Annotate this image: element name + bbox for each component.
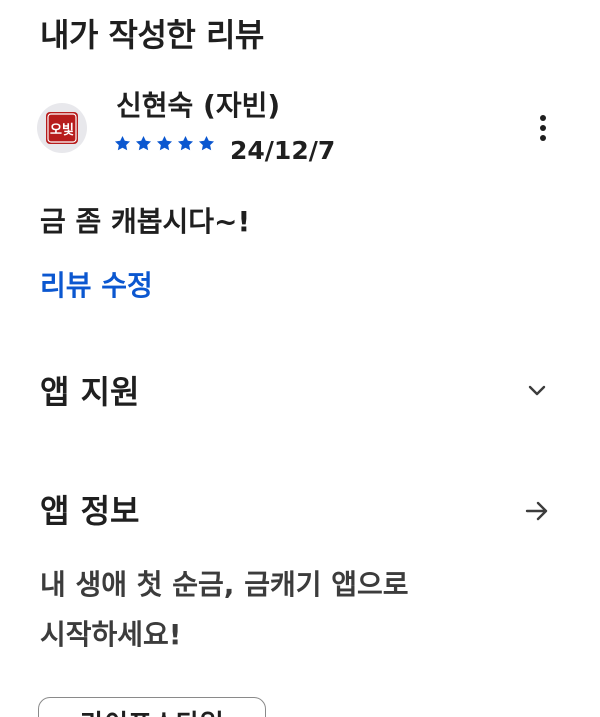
section-title: 내가 작성한 리뷰 xyxy=(40,16,264,54)
avatar-logo-icon: 오빛 xyxy=(46,112,78,144)
app-info-title[interactable]: 앱 정보 xyxy=(40,486,139,532)
star-icon xyxy=(198,135,215,151)
app-info-description-line: 내 생애 첫 순금, 금캐기 앱으로 xyxy=(40,568,409,601)
more-vert-icon xyxy=(540,115,546,141)
star-icon xyxy=(114,135,131,151)
app-info-description-line: 시작하세요! xyxy=(40,618,182,651)
star-icon xyxy=(156,135,173,151)
edit-review-link[interactable]: 리뷰 수정 xyxy=(40,264,153,304)
star-icon xyxy=(177,135,194,151)
chevron-down-icon xyxy=(528,385,546,396)
more-options-button[interactable] xyxy=(527,110,559,146)
arrow-right-icon xyxy=(525,501,548,521)
app-info-description: 내 생애 첫 순금, 금캐기 앱으로 시작하세요! xyxy=(40,560,409,660)
app-info-open[interactable] xyxy=(520,494,554,528)
reviewer-name: 신현숙 (자빈) xyxy=(116,89,281,122)
star-rating xyxy=(113,134,216,153)
app-support-toggle[interactable] xyxy=(520,373,554,407)
app-support-title[interactable]: 앱 지원 xyxy=(40,367,139,413)
reviewer-avatar: 오빛 xyxy=(37,103,87,153)
review-body: 금 좀 캐봅시다~! xyxy=(40,205,251,238)
star-icon xyxy=(135,135,152,151)
avatar-text: 오빛 xyxy=(50,123,74,138)
category-tag-chip[interactable]: 라이프스타일 xyxy=(38,697,266,717)
review-date: 24/12/7 xyxy=(230,136,336,165)
